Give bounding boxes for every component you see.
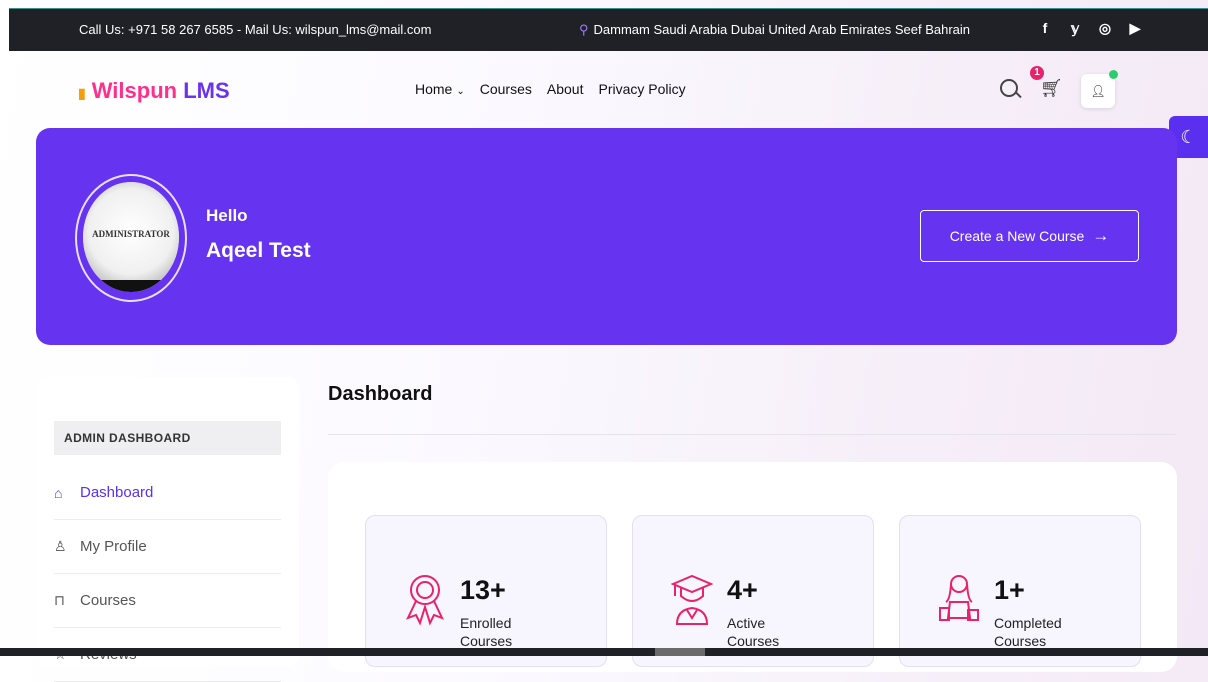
logo-word-2: LMS [183,78,230,103]
online-status-dot [1109,70,1118,79]
instagram-icon[interactable]: ◎ [1097,20,1113,37]
horizontal-scrollbar[interactable] [0,648,1208,656]
chevron-down-icon: ⌄ [456,86,465,97]
cart-count-badge: 1 [1030,66,1044,80]
sidebar-item-courses[interactable]: ⊓ Courses [54,574,281,628]
scrollbar-thumb[interactable] [655,648,705,656]
avatar-role-text: ADMINISTRATOR [92,229,170,239]
create-new-course-button[interactable]: Create a New Course → [920,210,1139,262]
sidebar-item-label: My Profile [80,538,147,555]
user-menu-button[interactable]: 👤︎ [1081,74,1115,108]
logo-word-1: Wilspun [91,78,178,103]
stat-card-completed: 1+ Completed Courses [899,515,1141,667]
youtube-icon[interactable]: ▶ [1127,20,1143,37]
facebook-icon[interactable]: f [1037,20,1053,37]
home-icon: ⌂ [54,484,63,501]
award-ribbon-icon [406,575,444,626]
stat-value: 1+ [994,575,1025,605]
stats-panel: 13+ Enrolled Courses 4+ Active Courses 1… [328,462,1177,672]
avatar: ADMINISTRATOR [83,182,179,292]
cart-icon[interactable]: 🛒︎ [1040,78,1063,99]
nav-menu: Home ⌄ Courses About Privacy Policy [415,81,686,97]
bookmark-icon: ⊓ [54,592,65,608]
book-logo-icon: ▮ [78,85,86,101]
user-icon: ♙ [54,538,67,554]
stat-card-active: 4+ Active Courses [632,515,874,667]
stat-value: 13+ [460,575,506,605]
page-title: Dashboard [328,383,433,405]
moon-icon: ☾ [1180,126,1197,147]
nav-item-courses[interactable]: Courses [480,81,532,97]
location-info: ⚲ Dammam Saudi Arabia Dubai United Arab E… [579,22,970,38]
sidebar-item-my-profile[interactable]: ♙ My Profile [54,520,281,574]
twitter-icon[interactable]: 𝕪 [1067,20,1083,37]
location-pin-icon: ⚲ [579,22,589,37]
social-links: f 𝕪 ◎ ▶ [1037,20,1143,37]
nav-item-label: Home [415,81,453,97]
user-name: Aqeel Test [206,239,311,262]
admin-sidebar: ADMIN DASHBOARD ⌂ Dashboard ♙ My Profile… [36,377,299,682]
greeting-text: Hello [206,206,248,225]
nav-item-home[interactable]: Home ⌄ [415,81,465,97]
stat-card-enrolled: 13+ Enrolled Courses [365,515,607,667]
top-contact-bar: Call Us: +971 58 267 6585 - Mail Us: wil… [9,8,1208,51]
stat-label: Active Courses [727,615,780,649]
search-icon[interactable] [1000,79,1018,97]
site-logo[interactable]: ▮ Wilspun LMS [78,78,230,104]
sidebar-heading: ADMIN DASHBOARD [54,421,281,455]
stat-label: Completed Courses [994,615,1062,649]
sidebar-item-dashboard[interactable]: ⌂ Dashboard [54,466,281,520]
contact-info: Call Us: +971 58 267 6585 - Mail Us: wil… [79,22,432,37]
graduate-icon [671,574,713,625]
main-navbar: ▮ Wilspun LMS Home ⌄ Courses About Privacy… [0,50,1208,128]
divider [328,434,1177,435]
location-text: Dammam Saudi Arabia Dubai United Arab Em… [593,22,970,37]
profile-banner: ADMINISTRATOR Hello Aqeel Test Create a … [36,128,1177,345]
nav-item-privacy-policy[interactable]: Privacy Policy [598,81,685,97]
stat-label: Enrolled Courses [460,615,513,649]
create-course-label: Create a New Course [949,228,1085,244]
arrow-right-icon: → [1092,226,1110,245]
stat-value: 4+ [727,575,758,605]
user-icon: 👤︎ [1090,84,1106,98]
sidebar-item-label: Courses [80,592,136,609]
nav-item-about[interactable]: About [547,81,584,97]
girl-with-books-icon [939,575,979,621]
sidebar-item-label: Dashboard [80,484,154,501]
